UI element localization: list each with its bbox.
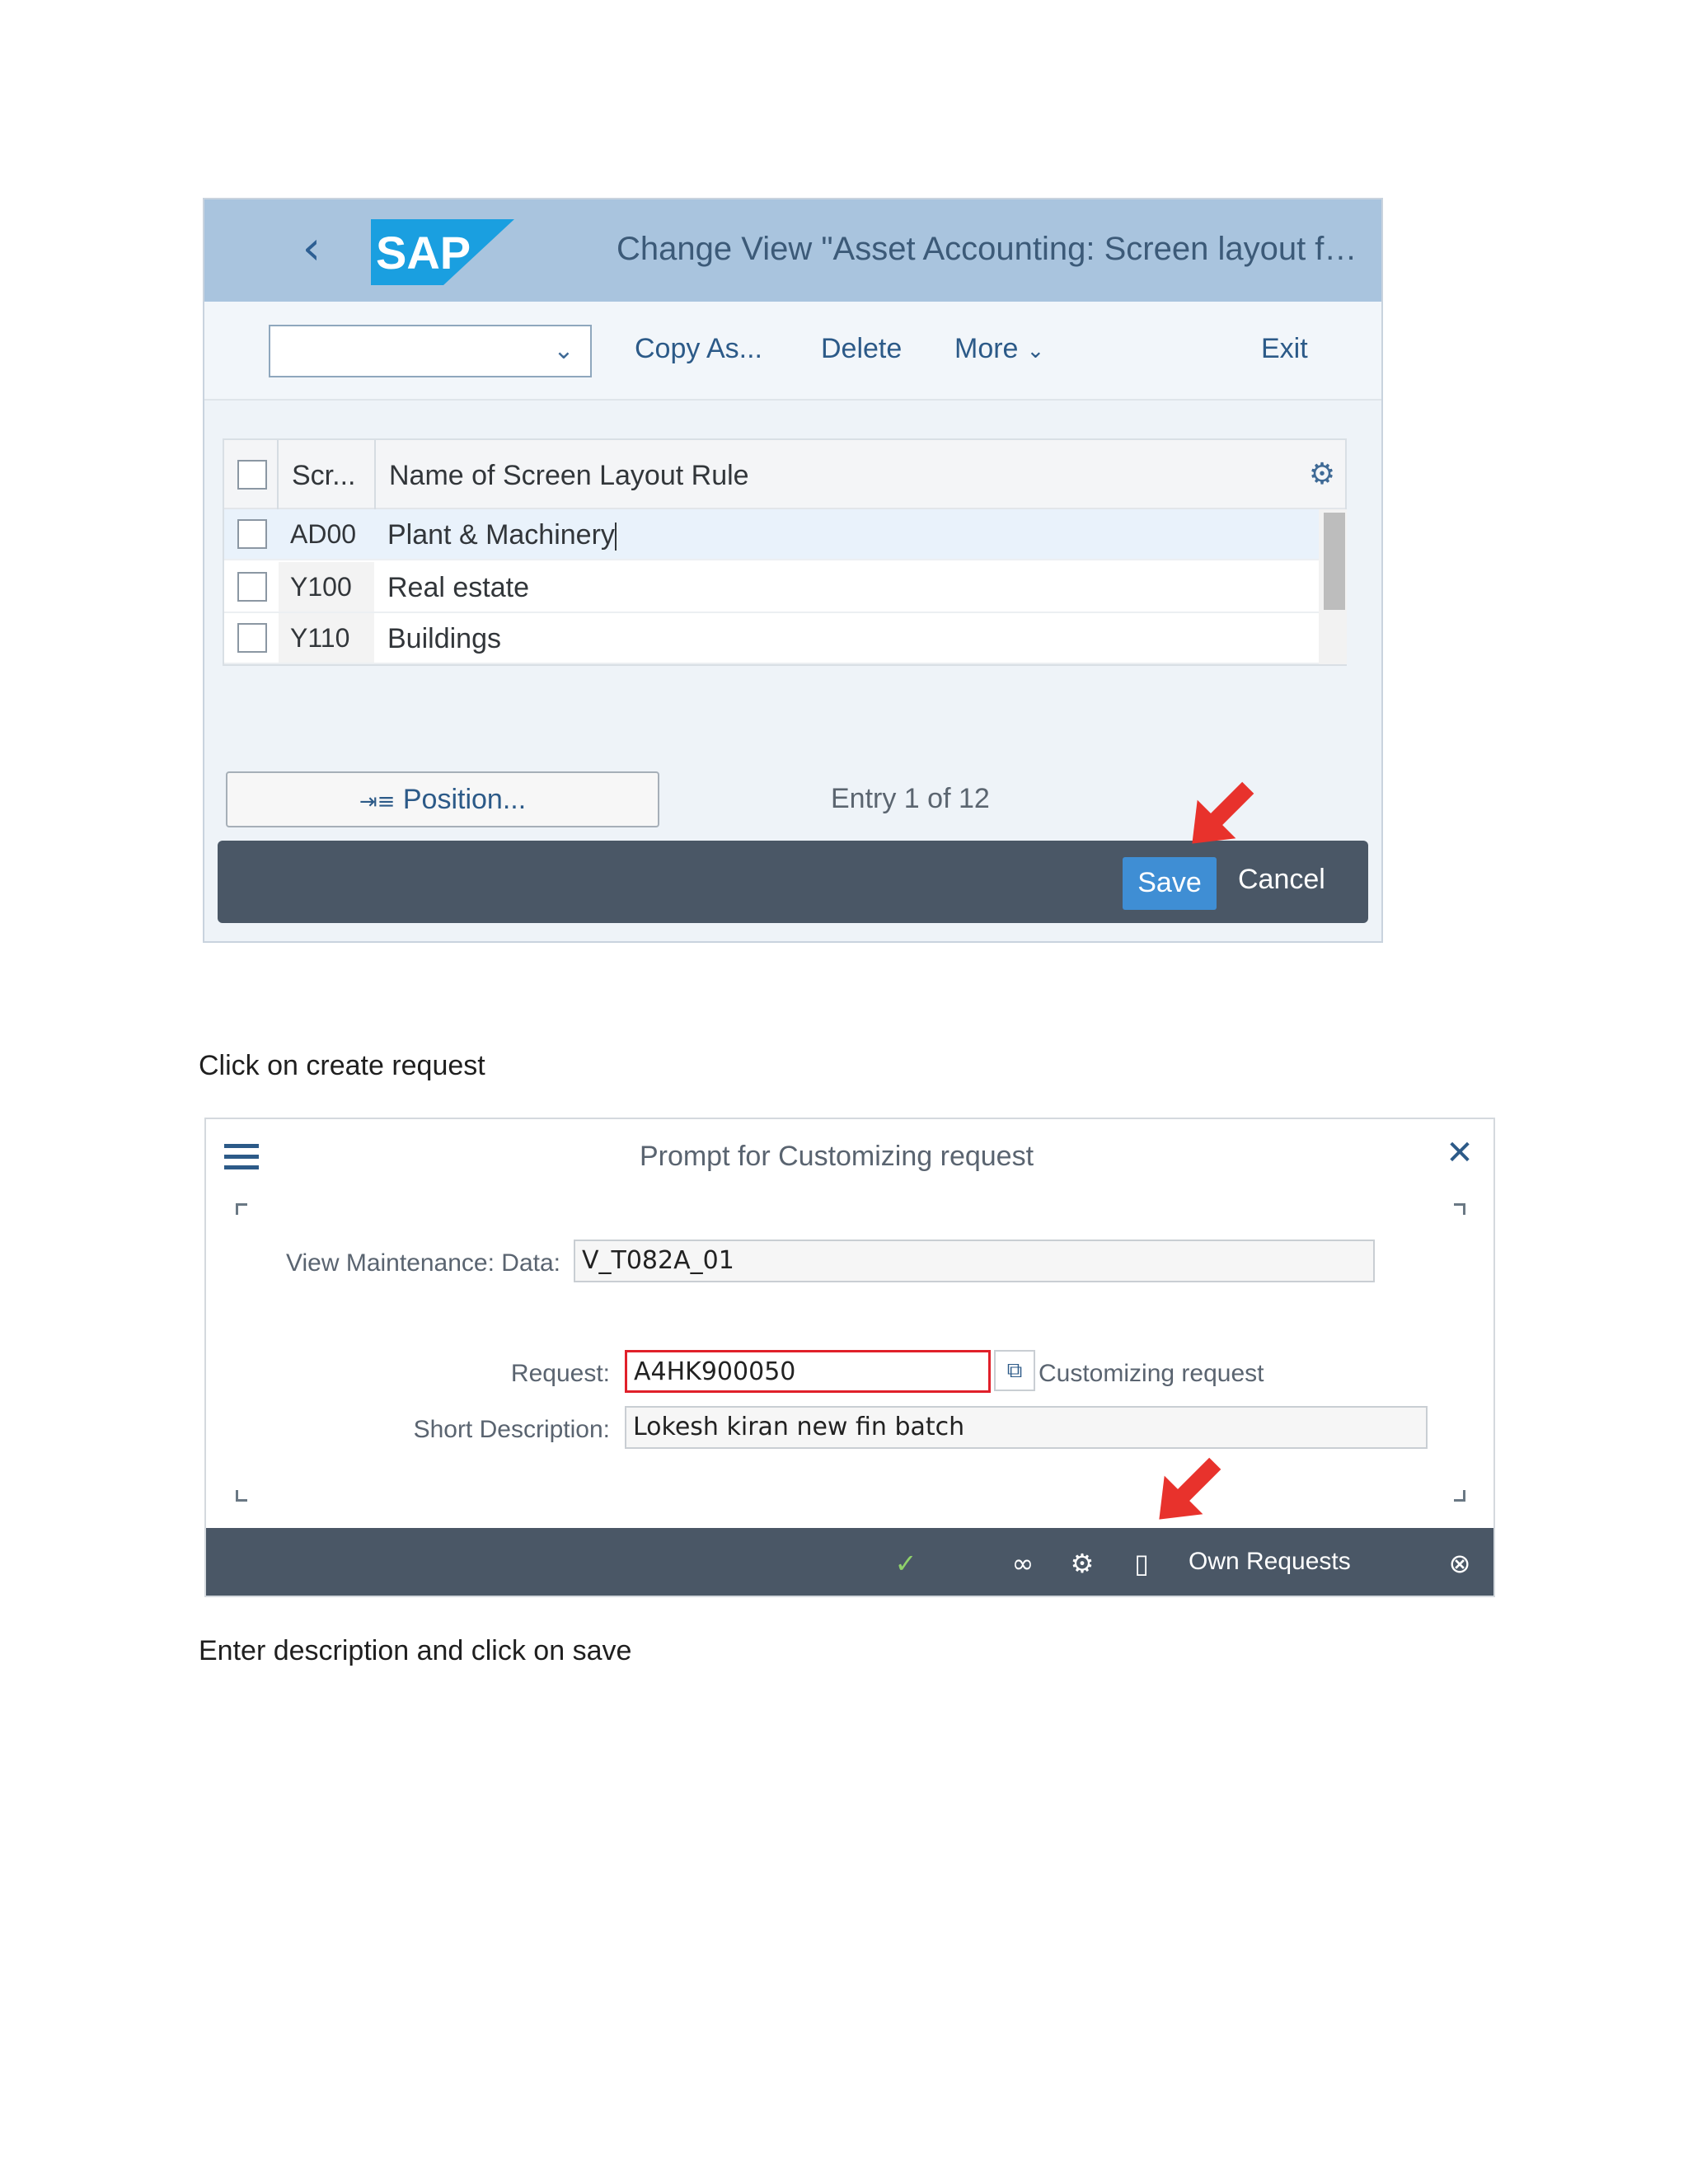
column-divider <box>277 440 279 509</box>
dialog-footer: ✓ ∞ ⚙ ▯ Own Requests ⊗ <box>206 1528 1493 1596</box>
row-checkbox[interactable] <box>237 572 267 602</box>
row-key: Y100 <box>290 572 352 602</box>
frame-corner <box>1454 1490 1465 1502</box>
shell-header: ‹ SAP Change View "Asset Accounting: Scr… <box>204 199 1381 302</box>
more-label: More <box>954 333 1019 364</box>
frame-corner <box>236 1490 247 1502</box>
row-name[interactable]: Real estate <box>387 572 529 604</box>
row-name[interactable]: Buildings <box>387 623 501 655</box>
red-arrow-pointer <box>1159 1457 1221 1520</box>
position-button[interactable]: ⇥≡ Position... <box>226 771 659 827</box>
view-maintenance-field: V_T082A_01 <box>574 1240 1375 1282</box>
chevron-down-icon: ⌄ <box>553 336 574 365</box>
row-name: Plant & Machinery <box>387 519 615 551</box>
entry-counter: Entry 1 of 12 <box>831 783 990 814</box>
cancel-button[interactable]: Cancel <box>1238 864 1325 896</box>
view-maintenance-label: View Maintenance: Data: <box>286 1249 560 1277</box>
binoculars-icon[interactable]: ∞ <box>1002 1543 1043 1584</box>
scrollbar-thumb[interactable] <box>1324 513 1345 610</box>
action-dropdown[interactable]: ⌄ <box>269 325 592 377</box>
copy-icon[interactable]: ⧉ <box>994 1350 1035 1391</box>
text-cursor <box>614 523 617 551</box>
table-scrollbar[interactable] <box>1319 509 1347 664</box>
toolbar: ⌄ Copy As... Delete More ⌄ Exit <box>204 302 1381 401</box>
hierarchy-icon[interactable]: ⚙ <box>1062 1543 1103 1584</box>
screen-layout-table: Scr... Name of Screen Layout Rule ⚙ AD00… <box>223 438 1347 666</box>
column-header-name[interactable]: Name of Screen Layout Rule <box>389 460 749 492</box>
check-icon[interactable]: ✓ <box>885 1543 926 1584</box>
frame-corner <box>1454 1203 1465 1215</box>
row-name-input[interactable]: Plant & Machinery <box>387 519 617 551</box>
short-description-label: Short Description: <box>413 1416 610 1443</box>
create-request-icon[interactable]: ▯ <box>1121 1543 1162 1584</box>
chevron-left-icon[interactable]: ‹ <box>287 224 336 274</box>
sap-logo: SAP <box>371 219 514 285</box>
request-input[interactable]: A4HK900050 <box>625 1350 991 1393</box>
table-row[interactable]: AD00 Plant & Machinery <box>224 509 1319 560</box>
more-button[interactable]: More ⌄ <box>954 333 1044 365</box>
short-description-input[interactable]: Lokesh kiran new fin batch <box>625 1406 1428 1449</box>
position-icon: ⇥≡ <box>359 790 396 814</box>
red-arrow-pointer <box>1192 781 1254 844</box>
request-label: Request: <box>510 1360 610 1387</box>
table-header: Scr... Name of Screen Layout Rule ⚙ <box>224 440 1345 509</box>
save-button[interactable]: Save <box>1123 857 1217 910</box>
customizing-request-dialog: Prompt for Customizing request ✕ View Ma… <box>204 1118 1495 1597</box>
select-all-checkbox[interactable] <box>237 460 267 490</box>
row-key: Y110 <box>290 623 350 653</box>
exit-button[interactable]: Exit <box>1261 333 1308 365</box>
page-title: Change View "Asset Accounting: Screen la… <box>617 231 1375 267</box>
column-header-key[interactable]: Scr... <box>292 460 355 492</box>
gear-icon[interactable]: ⚙ <box>1304 457 1340 493</box>
close-icon[interactable]: ✕ <box>1439 1132 1480 1174</box>
row-checkbox[interactable] <box>237 519 267 549</box>
frame-corner <box>236 1203 247 1215</box>
chevron-down-icon: ⌄ <box>1026 339 1045 363</box>
row-checkbox[interactable] <box>237 623 267 653</box>
copy-as-button[interactable]: Copy As... <box>635 333 762 365</box>
row-key: AD00 <box>290 519 357 549</box>
cancel-circle-icon[interactable]: ⊗ <box>1439 1543 1480 1584</box>
request-type-text: Customizing request <box>1039 1360 1264 1387</box>
column-divider <box>374 440 376 509</box>
instruction-caption: Enter description and click on save <box>199 1635 632 1666</box>
table-row[interactable]: Y110 Buildings <box>224 613 1319 664</box>
table-row[interactable]: Y100 Real estate <box>224 562 1319 613</box>
dialog-title: Prompt for Customizing request <box>639 1141 1034 1172</box>
delete-button[interactable]: Delete <box>821 333 902 365</box>
instruction-caption: Click on create request <box>199 1050 485 1081</box>
position-label: Position... <box>402 784 527 815</box>
change-view-screenshot: ‹ SAP Change View "Asset Accounting: Scr… <box>203 198 1383 943</box>
own-requests-button[interactable]: Own Requests <box>1189 1548 1351 1576</box>
sap-logo-text: SAP <box>376 227 471 279</box>
